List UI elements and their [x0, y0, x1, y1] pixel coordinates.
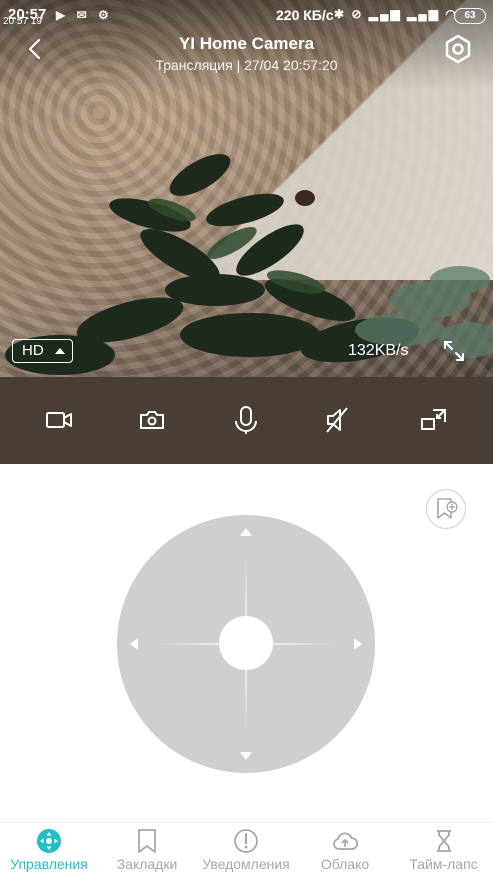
nav-item-cloud[interactable]: Облако	[296, 823, 394, 878]
fullscreen-icon[interactable]	[442, 339, 466, 363]
nav-label-notifications: Уведомления	[202, 856, 290, 872]
bookmark-add-icon	[437, 498, 458, 519]
bitrate-readout: 132KB/s	[348, 342, 409, 359]
nav-item-timelapse[interactable]: Тайм-лапс	[394, 823, 493, 878]
status-time-small: 20 57 19	[3, 16, 42, 27]
nav-label-controls: Управления	[10, 856, 88, 872]
nav-item-bookmarks[interactable]: Закладки	[98, 823, 196, 878]
bookmark-icon	[138, 829, 156, 853]
pan-up-icon[interactable]	[240, 528, 252, 536]
caret-up-icon	[55, 348, 65, 354]
settings-icon[interactable]	[442, 33, 474, 65]
page-title: YI Home Camera	[178, 34, 315, 53]
nav-label-cloud: Облако	[320, 856, 370, 872]
stream-subtitle: Трансляция | 27/04 20:57:20	[155, 57, 338, 73]
camera-toolbar	[0, 377, 493, 464]
add-bookmark-button[interactable]	[426, 489, 466, 529]
alert-icon	[234, 829, 258, 853]
quality-label: HD	[22, 342, 44, 359]
pan-right-icon[interactable]	[354, 638, 362, 650]
microphone-icon[interactable]	[231, 405, 261, 435]
quality-selector[interactable]: HD	[12, 339, 73, 363]
notification-icons: ▶ ✉ ⚙	[56, 8, 113, 22]
nav-item-notifications[interactable]: Уведомления	[196, 823, 296, 878]
nav-item-controls[interactable]: Управления	[0, 823, 98, 878]
picture-in-picture-icon[interactable]	[419, 405, 449, 435]
pan-down-icon[interactable]	[240, 752, 252, 760]
joystick-knob[interactable]	[219, 616, 273, 670]
pan-left-icon[interactable]	[130, 638, 138, 650]
nav-label-bookmarks: Закладки	[116, 856, 178, 872]
control-icon	[37, 829, 61, 853]
camera-snapshot-icon[interactable]	[137, 405, 167, 435]
video-record-icon[interactable]	[44, 405, 74, 435]
bottom-nav: Управления Закладки Уведомления Облако Т…	[0, 822, 493, 878]
camera-video-feed[interactable]: 20:57 20 57 19 ▶ ✉ ⚙ 220 КБ/с ✱ ⊘ ▂▄▆ ▂▄…	[0, 0, 493, 377]
signal-wifi-icons: ✱ ⊘ ▂▄▆ ▂▄▆ ◠	[334, 7, 458, 21]
network-speed: 220 КБ/с	[276, 7, 334, 23]
status-bar: 20:57 20 57 19 ▶ ✉ ⚙ 220 КБ/с ✱ ⊘ ▂▄▆ ▂▄…	[0, 0, 493, 30]
ptz-joystick[interactable]	[117, 515, 375, 773]
nav-label-timelapse: Тайм-лапс	[409, 856, 478, 872]
cloud-upload-icon	[333, 832, 358, 850]
sound-off-icon[interactable]	[322, 405, 352, 435]
hourglass-icon	[436, 830, 451, 852]
battery-icon: 63	[454, 8, 486, 24]
